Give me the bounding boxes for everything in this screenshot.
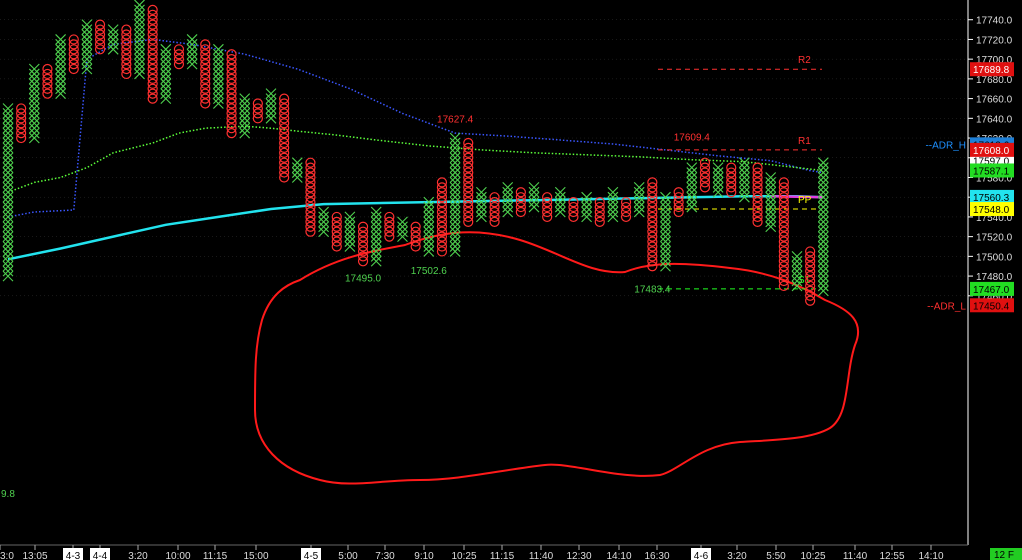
pnf-chart: R2R1PPS1 17754.217627.417609.417495.0175… bbox=[0, 0, 1022, 560]
x-tick-label: 10:25 bbox=[800, 551, 825, 560]
left-edge-label: 9.8 bbox=[1, 489, 15, 500]
x-tick-label: 12:55 bbox=[879, 551, 904, 560]
x-tick-label: 10:00 bbox=[165, 551, 190, 560]
level-box-s1: 17467.0 bbox=[973, 285, 1010, 296]
x-tick-label: 11:15 bbox=[490, 551, 515, 560]
x-tick-label: 11:15 bbox=[203, 551, 228, 560]
x-tick-label: 7:30 bbox=[375, 551, 395, 560]
y-tick-label: 17500.0 bbox=[976, 252, 1013, 263]
x-tick-label: 10:25 bbox=[451, 551, 476, 560]
y-tick-label: 17740.0 bbox=[976, 16, 1013, 27]
x-tick-label: 4-6 bbox=[694, 551, 709, 560]
x-tick-label: 4-4 bbox=[93, 551, 108, 560]
y-tick-label: 17720.0 bbox=[976, 35, 1013, 46]
point-label-low: 17495.0 bbox=[345, 273, 382, 284]
price-box: 17450.4 bbox=[973, 301, 1010, 312]
x-tick-label: 15:00 bbox=[243, 551, 268, 560]
x-tick-label: 5:00 bbox=[338, 551, 358, 560]
adr-label: --ADR_H bbox=[925, 140, 966, 151]
corner-tag: 12 F bbox=[994, 550, 1014, 560]
y-tick-label: 17640.0 bbox=[976, 114, 1013, 125]
x-tick-label: 3:20 bbox=[128, 551, 148, 560]
x-tick-label: 9:10 bbox=[414, 551, 434, 560]
level-box-r1: 17608.0 bbox=[973, 146, 1010, 157]
y-tick-label: 17520.0 bbox=[976, 233, 1013, 244]
y-tick-label: 17660.0 bbox=[976, 95, 1013, 106]
edge-labels: 9.8 bbox=[1, 489, 15, 500]
x-tick-label: 14:10 bbox=[606, 551, 631, 560]
y-tick-label: 17480.0 bbox=[976, 272, 1013, 283]
x-tick-label: 4-3 bbox=[66, 551, 81, 560]
x-tick-label: 13:05 bbox=[22, 551, 47, 560]
level-label-pp: PP bbox=[798, 195, 812, 206]
x-tick-label: 3:20 bbox=[727, 551, 747, 560]
price-box: 17587.1 bbox=[973, 166, 1010, 177]
point-label-low: 17502.6 bbox=[411, 266, 448, 277]
x-tick-label: 4-5 bbox=[304, 551, 319, 560]
adr-label: --ADR_L bbox=[927, 301, 966, 312]
point-label-high: 17627.4 bbox=[437, 115, 474, 126]
x-tick-label: 11:40 bbox=[843, 551, 868, 560]
point-label-high: 17609.4 bbox=[674, 132, 711, 143]
x-tick-label: 5:50 bbox=[766, 551, 786, 560]
x-tick-label: 11:40 bbox=[529, 551, 554, 560]
y-tick-label: 17680.0 bbox=[976, 75, 1013, 86]
point-label-high: 17754.2 bbox=[135, 0, 172, 1]
x-tick-label: 3:0 bbox=[0, 551, 14, 560]
x-tick-label: 14:10 bbox=[918, 551, 943, 560]
magenta-segment bbox=[770, 194, 824, 199]
level-label-r2: R2 bbox=[798, 55, 811, 66]
point-label-low: 17483.4 bbox=[634, 285, 671, 296]
level-box-r2: 17689.8 bbox=[973, 65, 1010, 76]
level-box-pp: 17548.0 bbox=[973, 205, 1010, 216]
x-tick-label: 16:30 bbox=[644, 551, 669, 560]
x-tick-label: 12:30 bbox=[566, 551, 591, 560]
level-label-r1: R1 bbox=[798, 136, 811, 147]
